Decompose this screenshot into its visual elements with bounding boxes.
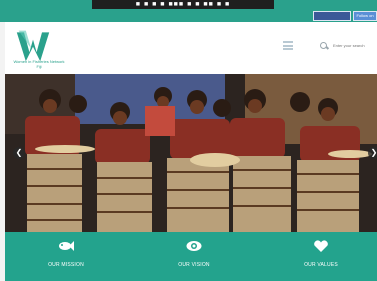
eye-icon <box>186 241 202 251</box>
feature-mission[interactable]: OUR MISSION <box>21 240 111 268</box>
fish-icon <box>59 241 74 251</box>
search-input[interactable] <box>333 42 373 48</box>
twitter-follow-button[interactable]: Follow on Twitter <box>353 11 377 26</box>
feature-values[interactable]: OUR VALUES <box>276 240 366 268</box>
slider-next-button[interactable]: ❯ <box>368 147 377 159</box>
features-bar: OUR MISSION OUR VISION OUR VALUES <box>5 232 377 281</box>
slider-prev-button[interactable]: ❮ <box>13 147 25 159</box>
facebook-like-button[interactable] <box>313 11 351 21</box>
menu-icon[interactable] <box>283 41 293 50</box>
feature-vision-label: OUR VISION <box>178 262 210 268</box>
search-box[interactable] <box>320 40 377 50</box>
heart-icon <box>314 240 328 252</box>
social-links: Follow on Twitter <box>313 11 377 26</box>
hero-slider: ❮ ❯ <box>5 74 377 232</box>
search-icon[interactable] <box>320 41 327 49</box>
feature-mission-label: OUR MISSION <box>48 262 84 268</box>
top-bar: ■ ■ ■ ■ ■■■ ■ ■ ■■ ■ ■ Follow on Twitter <box>0 0 377 26</box>
feature-vision[interactable]: OUR VISION <box>149 240 239 268</box>
feature-values-label: OUR VALUES <box>304 262 338 268</box>
org-name: Women in Fisheries Network Fiji <box>13 59 65 69</box>
hero-image <box>5 74 377 232</box>
top-tab-text: ■ ■ ■ ■ ■■■ ■ ■ ■■ ■ ■ <box>135 1 231 8</box>
logo-icon[interactable] <box>15 27 51 63</box>
top-dark-tab: ■ ■ ■ ■ ■■■ ■ ■ ■■ ■ ■ <box>92 0 274 9</box>
site-header: Women in Fisheries Network Fiji <box>5 22 377 74</box>
